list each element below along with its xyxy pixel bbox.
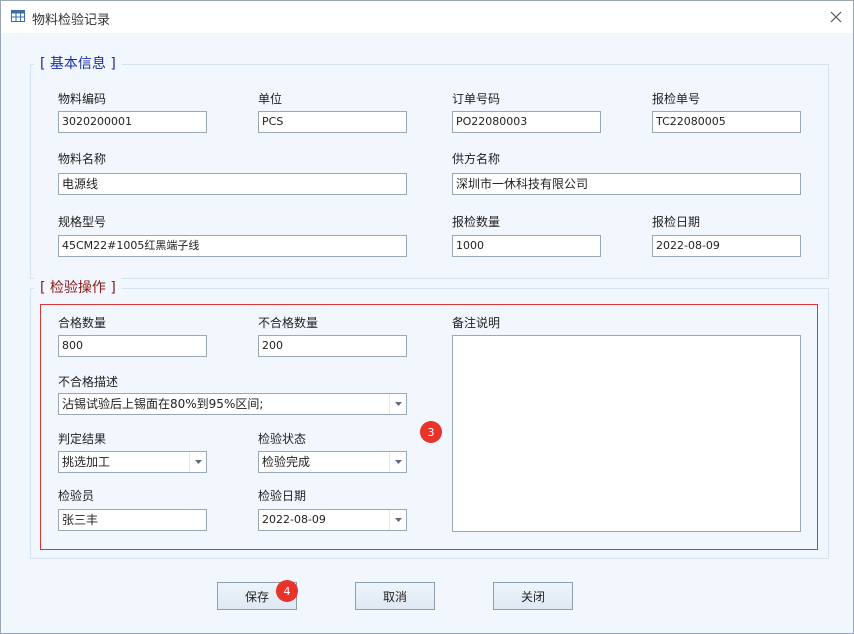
remarks-label: 备注说明 <box>452 316 501 330</box>
supplier-name-label: 供方名称 <box>452 152 501 166</box>
pass-qty-label: 合格数量 <box>58 316 107 330</box>
inspect-date-value: 2022-08-09 <box>262 513 326 526</box>
supplier-name-field[interactable]: 深圳市一休科技有限公司 <box>452 173 801 195</box>
material-name-label: 物料名称 <box>58 152 107 166</box>
step-marker-4: 4 <box>276 580 298 602</box>
spec-model-field[interactable]: 45CM22#1005红黑端子线 <box>58 235 407 257</box>
inspector-label: 检验员 <box>58 489 95 503</box>
inspection-legend: [ 检验操作 ] <box>34 277 122 297</box>
fail-qty-field[interactable]: 200 <box>258 335 407 357</box>
inspect-date-label: 检验日期 <box>258 489 307 503</box>
inspect-date-combo[interactable]: 2022-08-09 <box>258 509 407 531</box>
request-date-field[interactable]: 2022-08-09 <box>652 235 801 257</box>
chevron-down-icon[interactable] <box>389 452 406 472</box>
step-marker-3: 3 <box>420 421 442 443</box>
fail-desc-value: 沾锡试验后上锡面在80%到95%区间; <box>62 397 264 411</box>
chevron-down-icon[interactable] <box>389 394 406 414</box>
inspector-field[interactable]: 张三丰 <box>58 509 207 531</box>
judgement-value: 挑选加工 <box>62 455 111 469</box>
request-date-label: 报检日期 <box>652 215 701 229</box>
inspection-request-no-label: 报检单号 <box>652 92 701 106</box>
fail-desc-combo[interactable]: 沾锡试验后上锡面在80%到95%区间; <box>58 393 407 415</box>
fail-desc-label: 不合格描述 <box>58 375 119 389</box>
title-bar: 物料检验记录 <box>1 1 853 33</box>
fail-qty-label: 不合格数量 <box>258 316 319 330</box>
status-combo[interactable]: 检验完成 <box>258 451 407 473</box>
unit-label: 单位 <box>258 92 283 106</box>
chevron-down-icon[interactable] <box>189 452 206 472</box>
inspection-request-no-field[interactable]: TC22080005 <box>652 111 801 133</box>
unit-field[interactable]: PCS <box>258 111 407 133</box>
chevron-down-icon[interactable] <box>389 510 406 530</box>
order-no-field[interactable]: PO22080003 <box>452 111 601 133</box>
order-no-label: 订单号码 <box>452 92 501 106</box>
remarks-textarea[interactable] <box>452 335 801 532</box>
status-value: 检验完成 <box>262 455 311 469</box>
material-name-field[interactable]: 电源线 <box>58 173 407 195</box>
pass-qty-field[interactable]: 800 <box>58 335 207 357</box>
window-title: 物料检验记录 <box>32 13 111 28</box>
table-icon <box>11 10 25 22</box>
basic-info-legend: [ 基本信息 ] <box>34 53 122 73</box>
request-qty-label: 报检数量 <box>452 215 501 229</box>
dialog-window: 物料检验记录 [ 基本信息 ] 物料编码 3020200001 单位 PCS 订… <box>0 0 854 634</box>
close-button[interactable]: 关闭 <box>493 582 573 610</box>
cancel-button[interactable]: 取消 <box>355 582 435 610</box>
material-code-field[interactable]: 3020200001 <box>58 111 207 133</box>
material-code-label: 物料编码 <box>58 92 107 106</box>
close-icon[interactable] <box>825 6 847 28</box>
judgement-label: 判定结果 <box>58 432 107 446</box>
spec-model-label: 规格型号 <box>58 215 107 229</box>
status-label: 检验状态 <box>258 432 307 446</box>
request-qty-field[interactable]: 1000 <box>452 235 601 257</box>
judgement-combo[interactable]: 挑选加工 <box>58 451 207 473</box>
